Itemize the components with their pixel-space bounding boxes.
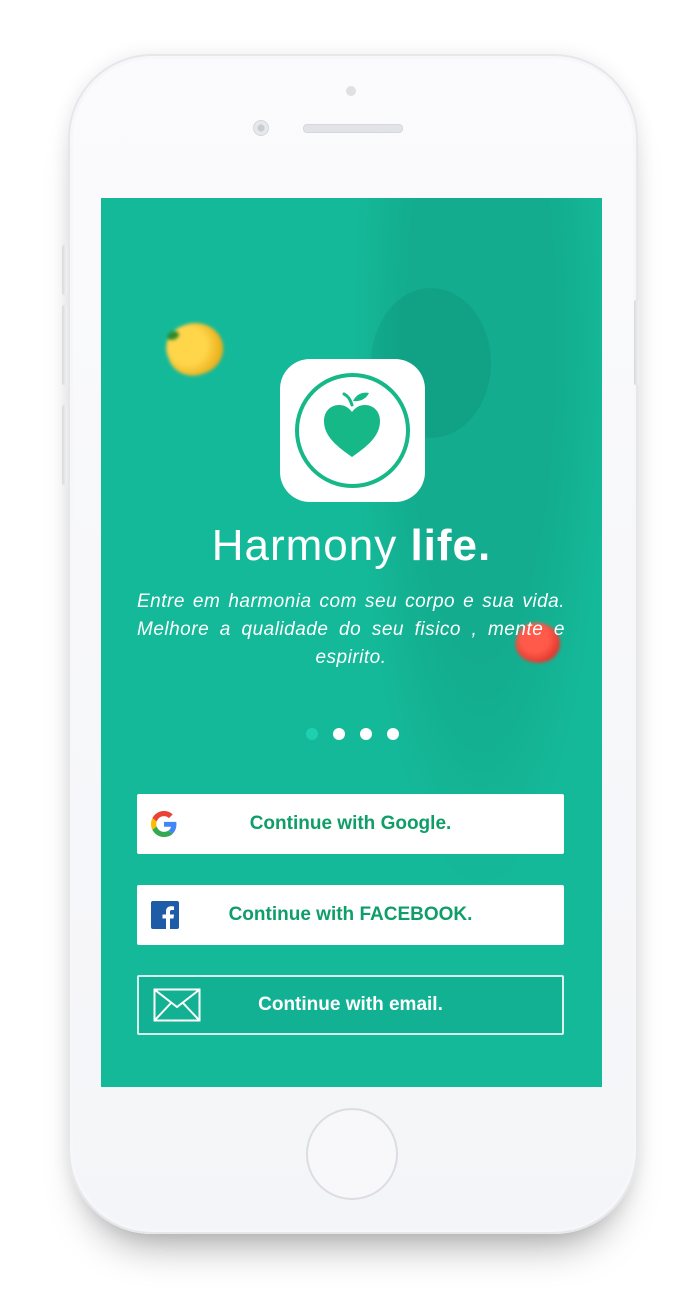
facebook-button-label: Continue with FACEBOOK. (228, 904, 473, 925)
google-button-label: Continue with Google. (249, 813, 452, 834)
phone-side-button (62, 405, 67, 485)
phone-sensor (346, 86, 356, 96)
phone-side-button (62, 305, 67, 385)
carousel-dot[interactable] (360, 728, 372, 740)
home-button[interactable] (306, 1108, 398, 1200)
app-tagline: Entre em harmonia com seu corpo e sua vi… (137, 591, 565, 668)
app-title-bold: life. (410, 521, 492, 570)
continue-google-button[interactable]: Continue with Google. (137, 794, 564, 854)
app-title: Harmony life. (101, 518, 602, 574)
envelope-icon (153, 988, 201, 1022)
mockup-stage: Harmony life. Entre em harmonia com seu … (0, 0, 700, 1300)
continue-email-button[interactable]: Continue with email. (137, 975, 564, 1035)
facebook-icon (151, 901, 179, 929)
carousel-dot[interactable] (306, 728, 318, 740)
carousel-pagination (306, 728, 399, 740)
apple-heart-icon (324, 392, 380, 457)
continue-facebook-button[interactable]: Continue with FACEBOOK. (137, 885, 564, 945)
phone-side-button (62, 245, 67, 295)
pepper-decoration (159, 314, 231, 384)
phone-speaker (303, 124, 403, 133)
phone-front-camera (253, 120, 269, 136)
phone-side-button (634, 300, 639, 385)
carousel-dot[interactable] (387, 728, 399, 740)
app-screen: Harmony life. Entre em harmonia com seu … (101, 198, 602, 1087)
email-button-label: Continue with email. (258, 994, 443, 1015)
app-logo (280, 359, 425, 502)
google-icon (151, 811, 177, 837)
carousel-dot[interactable] (333, 728, 345, 740)
app-title-light: Harmony (211, 521, 411, 570)
